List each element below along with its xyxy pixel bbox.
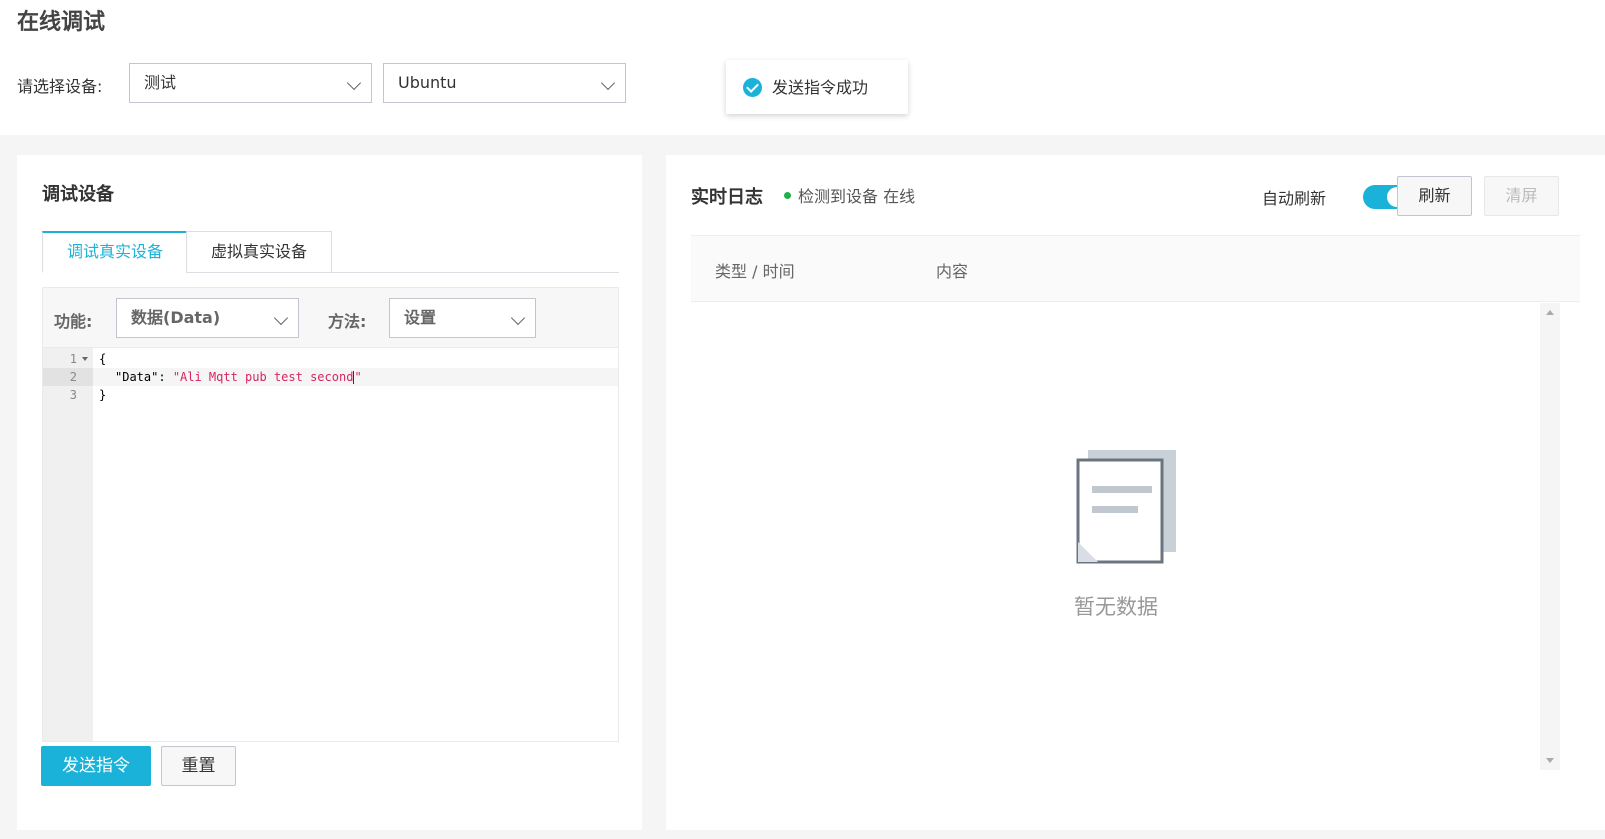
- log-table-header: 类型 / 时间 内容: [691, 235, 1580, 302]
- chevron-down-icon: [273, 310, 289, 326]
- json-separator: :: [158, 370, 173, 384]
- product-select[interactable]: 测试: [129, 63, 372, 103]
- column-type-time: 类型 / 时间: [715, 262, 795, 281]
- command-toolbar: 功能: 数据(Data) 方法: 设置: [42, 287, 619, 347]
- device-select-value: Ubuntu: [398, 73, 457, 92]
- line-number: 3: [69, 388, 77, 402]
- method-select-value: 设置: [404, 308, 437, 327]
- online-dot-icon: [784, 192, 791, 199]
- function-select-value: 数据(Data): [131, 308, 221, 327]
- fold-arrow-icon[interactable]: [82, 357, 88, 361]
- tab-virtual-device[interactable]: 虚拟真实设备: [186, 231, 332, 273]
- code-text: {: [99, 352, 107, 366]
- text-cursor: [353, 371, 355, 384]
- device-tabs: 调试真实设备 虚拟真实设备: [42, 231, 619, 273]
- realtime-log-panel: 实时日志 检测到设备 在线 自动刷新 刷新 清屏 类型 / 时间 内容 暂无数据: [666, 155, 1605, 830]
- function-select[interactable]: 数据(Data): [116, 298, 299, 338]
- method-select[interactable]: 设置: [389, 298, 536, 338]
- chevron-down-icon: [346, 75, 362, 91]
- panel-title: 调试设备: [42, 184, 114, 205]
- scroll-up-arrow-icon[interactable]: [1546, 310, 1554, 315]
- reset-button[interactable]: 重置: [161, 746, 236, 786]
- code-line: 1 {: [43, 350, 618, 368]
- check-circle-icon: [743, 78, 762, 97]
- code-line: 2 "Data": "Ali Mqtt pub test second": [43, 368, 618, 386]
- auto-refresh-label: 自动刷新: [1262, 189, 1327, 208]
- top-bar: 在线调试 请选择设备: 测试 Ubuntu 发送指令成功: [0, 0, 1605, 135]
- log-scrollbar[interactable]: [1540, 303, 1560, 770]
- column-content: 内容: [936, 262, 969, 281]
- success-toast: 发送指令成功: [726, 60, 908, 114]
- device-status: 检测到设备 在线: [784, 183, 915, 207]
- empty-state-text: 暂无数据: [1074, 595, 1158, 619]
- code-text: }: [99, 388, 107, 402]
- clear-button[interactable]: 清屏: [1484, 176, 1559, 216]
- json-string-value: "Ali Mqtt pub test second": [172, 370, 362, 384]
- refresh-button[interactable]: 刷新: [1397, 176, 1472, 216]
- scroll-down-arrow-icon[interactable]: [1546, 758, 1554, 763]
- page-title: 在线调试: [17, 10, 106, 35]
- chevron-down-icon: [510, 310, 526, 326]
- device-status-text: 检测到设备 在线: [798, 187, 916, 206]
- function-label: 功能:: [54, 312, 93, 331]
- method-label: 方法:: [328, 312, 367, 331]
- line-number: 2: [43, 368, 93, 386]
- debug-device-panel: 调试设备 调试真实设备 虚拟真实设备 功能: 数据(Data) 方法: 设置 1…: [17, 155, 642, 830]
- code-line: 3 }: [43, 386, 618, 404]
- json-key: "Data": [115, 370, 159, 384]
- device-select[interactable]: Ubuntu: [383, 63, 626, 103]
- tab-real-device[interactable]: 调试真实设备: [42, 231, 188, 273]
- panel-title: 实时日志: [691, 187, 763, 208]
- toast-message: 发送指令成功: [772, 78, 869, 97]
- chevron-down-icon: [600, 75, 616, 91]
- editor-gutter: [43, 348, 93, 741]
- code-text: "Data": "Ali Mqtt pub test second": [115, 368, 362, 386]
- device-select-label: 请选择设备:: [17, 77, 103, 96]
- send-command-button[interactable]: 发送指令: [41, 746, 151, 786]
- product-select-value: 测试: [144, 73, 177, 92]
- json-code-editor[interactable]: 1 { 2 "Data": "Ali Mqtt pub test second"…: [42, 347, 619, 742]
- empty-document-icon: [1076, 450, 1176, 564]
